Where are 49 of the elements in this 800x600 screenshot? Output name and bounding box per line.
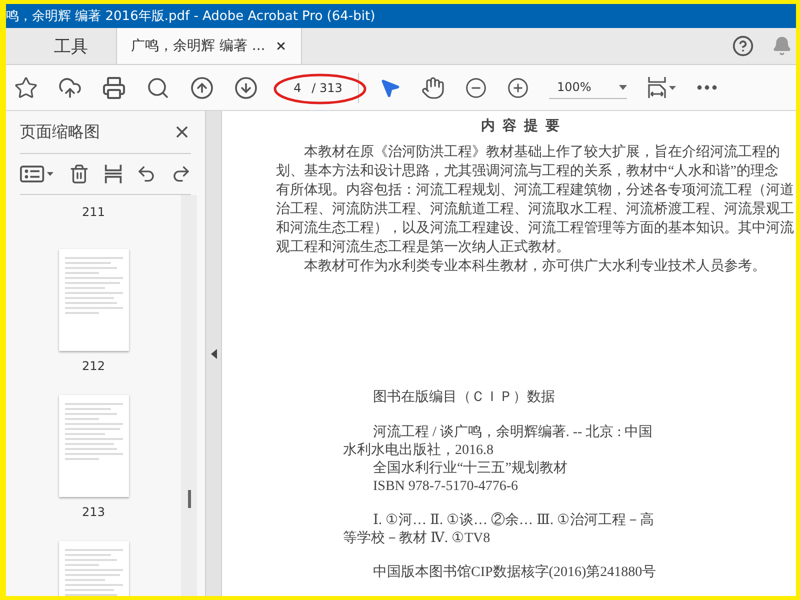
- zoom-out-button[interactable]: [465, 76, 487, 98]
- text-line: 全国水利行业“十三五”规划教材: [372, 460, 568, 478]
- text-line: 河流工程 / 谈广鸣，余明辉编著. -- 北京 : 中国: [372, 424, 654, 442]
- text-line: 观工程和河流生态工程是第一次纳人正式教材。: [276, 238, 571, 257]
- tab[interactable]: 广鸣，余明辉 编著 ...: [116, 28, 302, 64]
- panel-title: 页面缩略图: [20, 122, 100, 142]
- page-heading: 内 容 提 要: [480, 117, 562, 135]
- search-button[interactable]: [146, 76, 170, 100]
- cip-heading: 图书在版编目（ＣＩＰ）数据: [372, 388, 556, 406]
- zoom-in-button[interactable]: [507, 76, 529, 98]
- text-line: 划、基本方法和设计思路，尤其强调河流与工程的关系，教材中“人水和谐”的理念: [276, 162, 780, 181]
- text-line: Ⅰ. ①河… Ⅱ. ①谈… ②余… Ⅲ. ①治河工程－高: [372, 512, 656, 530]
- page-total: / 313: [312, 80, 342, 94]
- collapse-arrow-icon[interactable]: [210, 348, 216, 358]
- zoom-dropdown[interactable]: 100%: [549, 76, 627, 99]
- scrollbar[interactable]: [181, 195, 197, 596]
- more-icon: [697, 85, 717, 90]
- text-line: 有所体现。内容包括：河流工程规划、河流工程建筑物，分述各专项河流工程（河道: [276, 181, 795, 200]
- previous-page-button[interactable]: [190, 76, 214, 100]
- help-icon[interactable]: [732, 35, 754, 57]
- text-line: 本教材可作为水利类专业本科生教材，亦可供广大水利专业技术人员参考。: [303, 257, 767, 276]
- text-line: 治工程、河流防洪工程、河流航道工程、河流取水工程、河流桥渡工程、河流景观工: [276, 200, 795, 219]
- trash-icon[interactable]: [69, 163, 90, 185]
- window-title: 鸣，余明辉 编著 2016年版.pdf - Adobe Acrobat Pro (64-bit): [6, 8, 376, 25]
- text-line: ISBN 978-7-5170-4776-6: [372, 478, 520, 496]
- page-number: 212: [82, 359, 105, 373]
- text-line: 本教材在原《治河防洪工程》教材基础上作了较大扩展，旨在介绍河流工程的: [303, 143, 781, 162]
- star-button[interactable]: [14, 76, 38, 100]
- split-page-icon[interactable]: [104, 163, 122, 185]
- page-thumbnail[interactable]: [58, 395, 128, 497]
- next-page-button[interactable]: [234, 76, 258, 100]
- hand-button[interactable]: [421, 76, 445, 100]
- text-line: 和河流生态工程），以及河流工程建设、河流工程管理等方面的基本知识。其中河流: [276, 219, 795, 238]
- page-number-field[interactable]: 4: [294, 80, 304, 94]
- print-button[interactable]: [102, 76, 126, 100]
- options-dropdown-icon[interactable]: [20, 164, 56, 184]
- upload-button[interactable]: [58, 76, 82, 100]
- tab[interactable]: 工具: [26, 28, 116, 64]
- close-icon[interactable]: [275, 40, 288, 52]
- text-line: 水利水电出版社，2016.8: [342, 442, 494, 460]
- more-button[interactable]: [697, 85, 717, 90]
- caret-icon: [619, 84, 627, 90]
- page-thumbnail[interactable]: [58, 249, 128, 351]
- text-line: 等学校－教材 Ⅳ. ①TV8: [342, 530, 492, 548]
- pointer-button[interactable]: [379, 76, 401, 98]
- text-line: 中国版本图书馆CIP数据核字(2016)第241880号: [372, 564, 658, 582]
- fit-page-button[interactable]: [647, 76, 677, 100]
- page-number: 213: [82, 505, 105, 519]
- page-number: 211: [82, 205, 105, 219]
